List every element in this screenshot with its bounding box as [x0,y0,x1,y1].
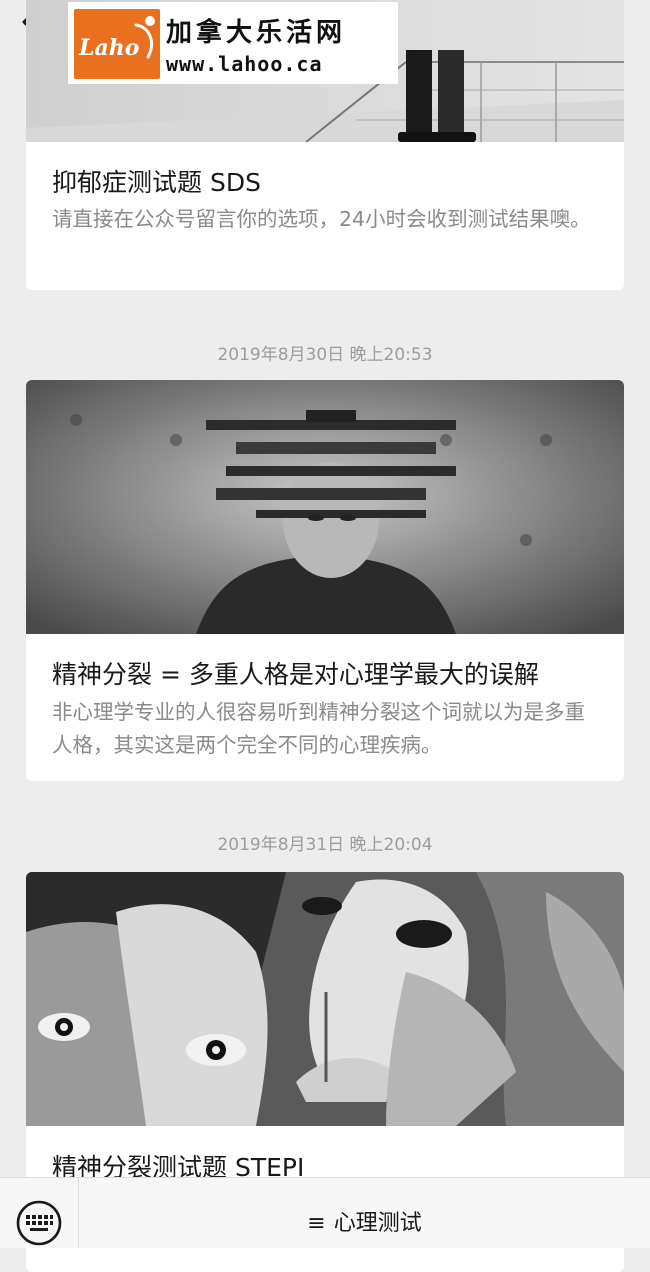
keyboard-toggle-button[interactable] [14,1198,64,1248]
hamburger-menu-icon: ≡ [307,1211,326,1236]
message-timestamp: 2019年8月31日 晚上20:04 [217,835,433,855]
menu-button-psychology-test[interactable]: ≡ 心理测试 [79,1178,650,1248]
article-cover-image [26,380,624,634]
watermark-title: 加拿大乐活网 [166,18,347,48]
article-cover-image [26,872,624,1126]
bottom-menu-bar: ≡ 心理测试 [0,1177,650,1248]
message-timestamp: 2019年8月30日 晚上20:53 [217,345,433,365]
article-title: 精神分裂 = 多重人格是对心理学最大的误解 [52,660,539,689]
article-description: 非心理学专业的人很容易听到精神分裂这个词就以为是多重人格，其实这是两个完全不同的… [52,700,585,757]
watermark-url: www.lahoo.ca [166,52,323,76]
article-title: 抑郁症测试题 SDS [52,168,261,197]
keyboard-icon [16,1200,62,1246]
site-watermark: Laho 加拿大乐活网 www.lahoo.ca [68,2,398,84]
article-card[interactable]: 精神分裂 = 多重人格是对心理学最大的误解 非心理学专业的人很容易听到精神分裂这… [26,380,624,781]
menu-label: 心理测试 [333,1211,422,1236]
article-description: 请直接在公众号留言你的选项，24小时会收到测试结果噢。 [52,207,591,231]
lahoo-logo: Laho [74,9,160,79]
